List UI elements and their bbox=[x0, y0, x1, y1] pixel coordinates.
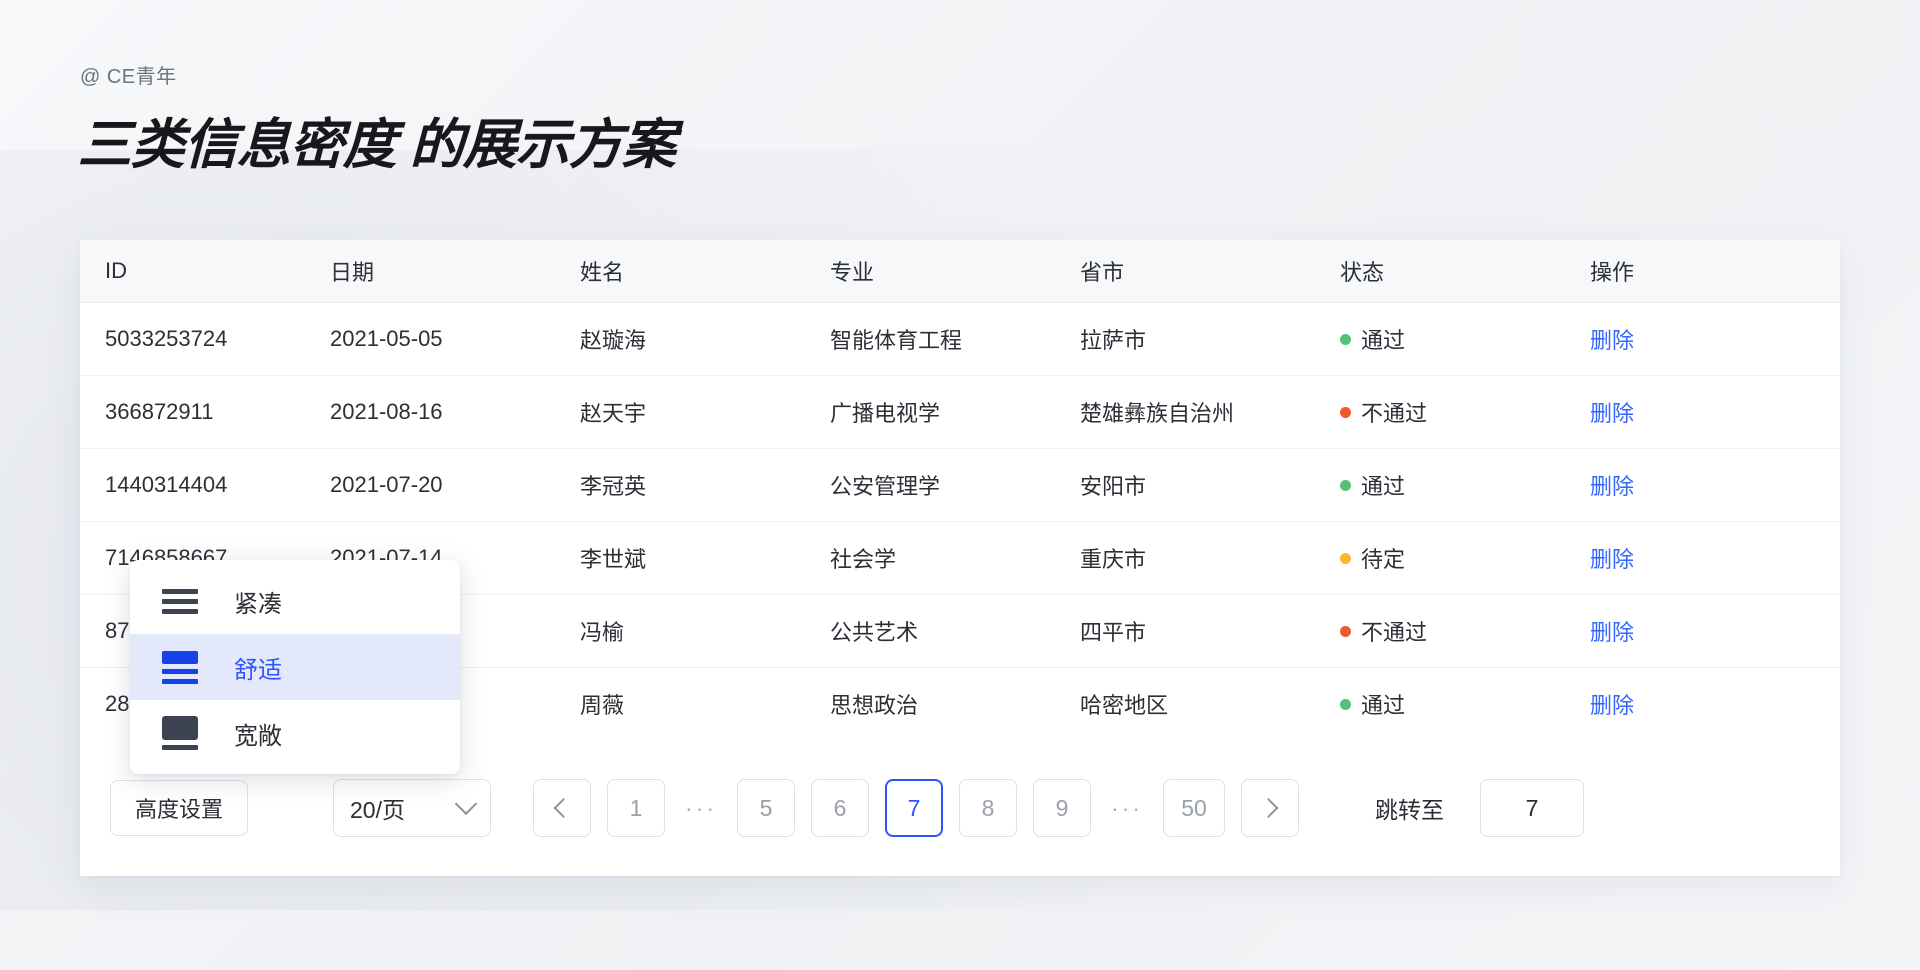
pagination: 20/页 1 ··· 5 6 7 8 9 ··· 50 跳转至 bbox=[333, 779, 1585, 837]
status-dot-icon bbox=[1340, 698, 1351, 710]
table-card: ID 日期 姓名 专业 省市 状态 操作 5033253724 2021-05-0… bbox=[80, 240, 1840, 876]
cell-date: 2021-08-16 bbox=[330, 399, 443, 424]
cell-status: 通过 bbox=[1340, 469, 1590, 501]
density-option-comfortable[interactable]: 舒适 bbox=[130, 634, 460, 700]
cell-major: 公共艺术 bbox=[830, 620, 919, 645]
cell-id: 1440314404 bbox=[105, 472, 228, 497]
cell-status: 待定 bbox=[1340, 542, 1590, 574]
page-size-select[interactable]: 20/页 bbox=[333, 779, 492, 837]
column-header-status[interactable]: 状态 bbox=[1340, 255, 1590, 287]
delete-link[interactable]: 删除 bbox=[1590, 474, 1634, 499]
page-size-value: 20/页 bbox=[350, 797, 405, 823]
cell-region: 安阳市 bbox=[1080, 474, 1147, 499]
pagination-page-9[interactable]: 9 bbox=[1033, 779, 1092, 837]
status-label: 待定 bbox=[1361, 547, 1406, 572]
cell-region: 重庆市 bbox=[1080, 547, 1147, 572]
pagination-page-6[interactable]: 6 bbox=[811, 779, 870, 837]
pagination-page-1[interactable]: 1 bbox=[607, 779, 666, 837]
cell-action: 删除 bbox=[1590, 688, 1840, 720]
cell-major: 公安管理学 bbox=[830, 474, 941, 499]
cell-status: 不通过 bbox=[1340, 396, 1590, 428]
cell-status: 通过 bbox=[1340, 688, 1590, 720]
pagination-page-7-active[interactable]: 7 bbox=[885, 779, 944, 837]
status-dot-icon bbox=[1340, 625, 1351, 637]
pagination-next-button[interactable] bbox=[1241, 779, 1300, 837]
cell-id: 366872911 bbox=[105, 399, 214, 424]
cell-major: 智能体育工程 bbox=[830, 328, 963, 353]
delete-link[interactable]: 删除 bbox=[1590, 620, 1634, 645]
cell-date: 2021-05-05 bbox=[330, 326, 443, 351]
delete-link[interactable]: 删除 bbox=[1590, 693, 1634, 718]
status-label: 不通过 bbox=[1361, 401, 1428, 426]
cell-action: 删除 bbox=[1590, 615, 1840, 647]
cell-major: 社会学 bbox=[830, 547, 897, 572]
cell-region: 楚雄彝族自治州 bbox=[1080, 401, 1235, 426]
status-dot-icon bbox=[1340, 406, 1351, 418]
column-header-date[interactable]: 日期 bbox=[330, 255, 580, 287]
cell-name: 李世斌 bbox=[580, 547, 647, 572]
chevron-left-icon bbox=[553, 798, 574, 818]
delete-link[interactable]: 删除 bbox=[1590, 401, 1634, 426]
cell-name: 周薇 bbox=[580, 693, 625, 718]
pagination-ellipsis-left: ··· bbox=[685, 794, 717, 821]
cell-status: 不通过 bbox=[1340, 615, 1590, 647]
column-header-major[interactable]: 专业 bbox=[830, 255, 1080, 287]
pagination-prev-button[interactable] bbox=[533, 779, 592, 837]
density-option-compact[interactable]: 紧凑 bbox=[130, 568, 460, 634]
pagination-page-5[interactable]: 5 bbox=[737, 779, 796, 837]
jump-to-label: 跳转至 bbox=[1375, 797, 1445, 823]
pagination-page-50[interactable]: 50 bbox=[1163, 779, 1226, 837]
status-dot-icon bbox=[1340, 552, 1351, 564]
density-option-compact-label: 紧凑 bbox=[234, 590, 282, 618]
height-setting-button[interactable]: 高度设置 bbox=[110, 780, 249, 836]
delete-link[interactable]: 删除 bbox=[1590, 547, 1634, 572]
cell-name: 赵天宇 bbox=[580, 401, 647, 426]
cell-id: 5033253724 bbox=[105, 326, 228, 351]
status-dot-icon bbox=[1340, 479, 1351, 491]
cell-major: 思想政治 bbox=[830, 693, 919, 718]
pagination-page-8[interactable]: 8 bbox=[959, 779, 1018, 837]
chevron-down-icon bbox=[454, 792, 478, 816]
density-option-comfortable-label: 舒适 bbox=[234, 656, 282, 684]
cell-date: 2021-07-20 bbox=[330, 472, 443, 497]
table-row: 5033253724 2021-05-05 赵璇海 智能体育工程 拉萨市 通过 删除 bbox=[80, 303, 1840, 376]
status-label: 通过 bbox=[1361, 474, 1406, 499]
cell-name: 赵璇海 bbox=[580, 328, 647, 353]
cell-region: 拉萨市 bbox=[1080, 328, 1147, 353]
column-header-action[interactable]: 操作 bbox=[1590, 255, 1840, 287]
density-spacious-icon bbox=[162, 716, 198, 750]
chevron-right-icon bbox=[1258, 798, 1279, 818]
cell-action: 删除 bbox=[1590, 469, 1840, 501]
jump-to-input[interactable] bbox=[1480, 779, 1585, 837]
density-option-spacious-label: 宽敞 bbox=[234, 722, 282, 750]
table-header-row: ID 日期 姓名 专业 省市 状态 操作 bbox=[80, 240, 1840, 303]
density-dropdown-menu: 紧凑 舒适 宽敞 bbox=[130, 560, 460, 774]
pagination-ellipsis-right: ··· bbox=[1111, 794, 1143, 821]
density-comfortable-icon bbox=[162, 650, 198, 684]
status-label: 通过 bbox=[1361, 328, 1406, 353]
delete-link[interactable]: 删除 bbox=[1590, 328, 1634, 353]
status-label: 通过 bbox=[1361, 693, 1406, 718]
cell-name: 李冠英 bbox=[580, 474, 647, 499]
status-label: 不通过 bbox=[1361, 620, 1428, 645]
cell-name: 冯榆 bbox=[580, 620, 625, 645]
cell-status: 通过 bbox=[1340, 323, 1590, 355]
table-row: 366872911 2021-08-16 赵天宇 广播电视学 楚雄彝族自治州 不通过 删除 bbox=[80, 376, 1840, 449]
density-option-spacious[interactable]: 宽敞 bbox=[130, 700, 460, 766]
table-row: 1440314404 2021-07-20 李冠英 公安管理学 安阳市 通过 删除 bbox=[80, 449, 1840, 522]
column-header-region[interactable]: 省市 bbox=[1080, 255, 1340, 287]
column-header-name[interactable]: 姓名 bbox=[580, 255, 830, 287]
cell-region: 四平市 bbox=[1080, 620, 1147, 645]
column-header-id[interactable]: ID bbox=[80, 258, 330, 284]
cell-major: 广播电视学 bbox=[830, 401, 941, 426]
density-compact-icon bbox=[162, 588, 198, 614]
status-dot-icon bbox=[1340, 333, 1351, 345]
cell-action: 删除 bbox=[1590, 542, 1840, 574]
cell-action: 删除 bbox=[1590, 323, 1840, 355]
cell-action: 删除 bbox=[1590, 396, 1840, 428]
author-handle: @ CE青年 bbox=[80, 66, 177, 88]
cell-region: 哈密地区 bbox=[1080, 693, 1169, 718]
page-title: 三类信息密度 的展示方案 bbox=[77, 115, 676, 175]
